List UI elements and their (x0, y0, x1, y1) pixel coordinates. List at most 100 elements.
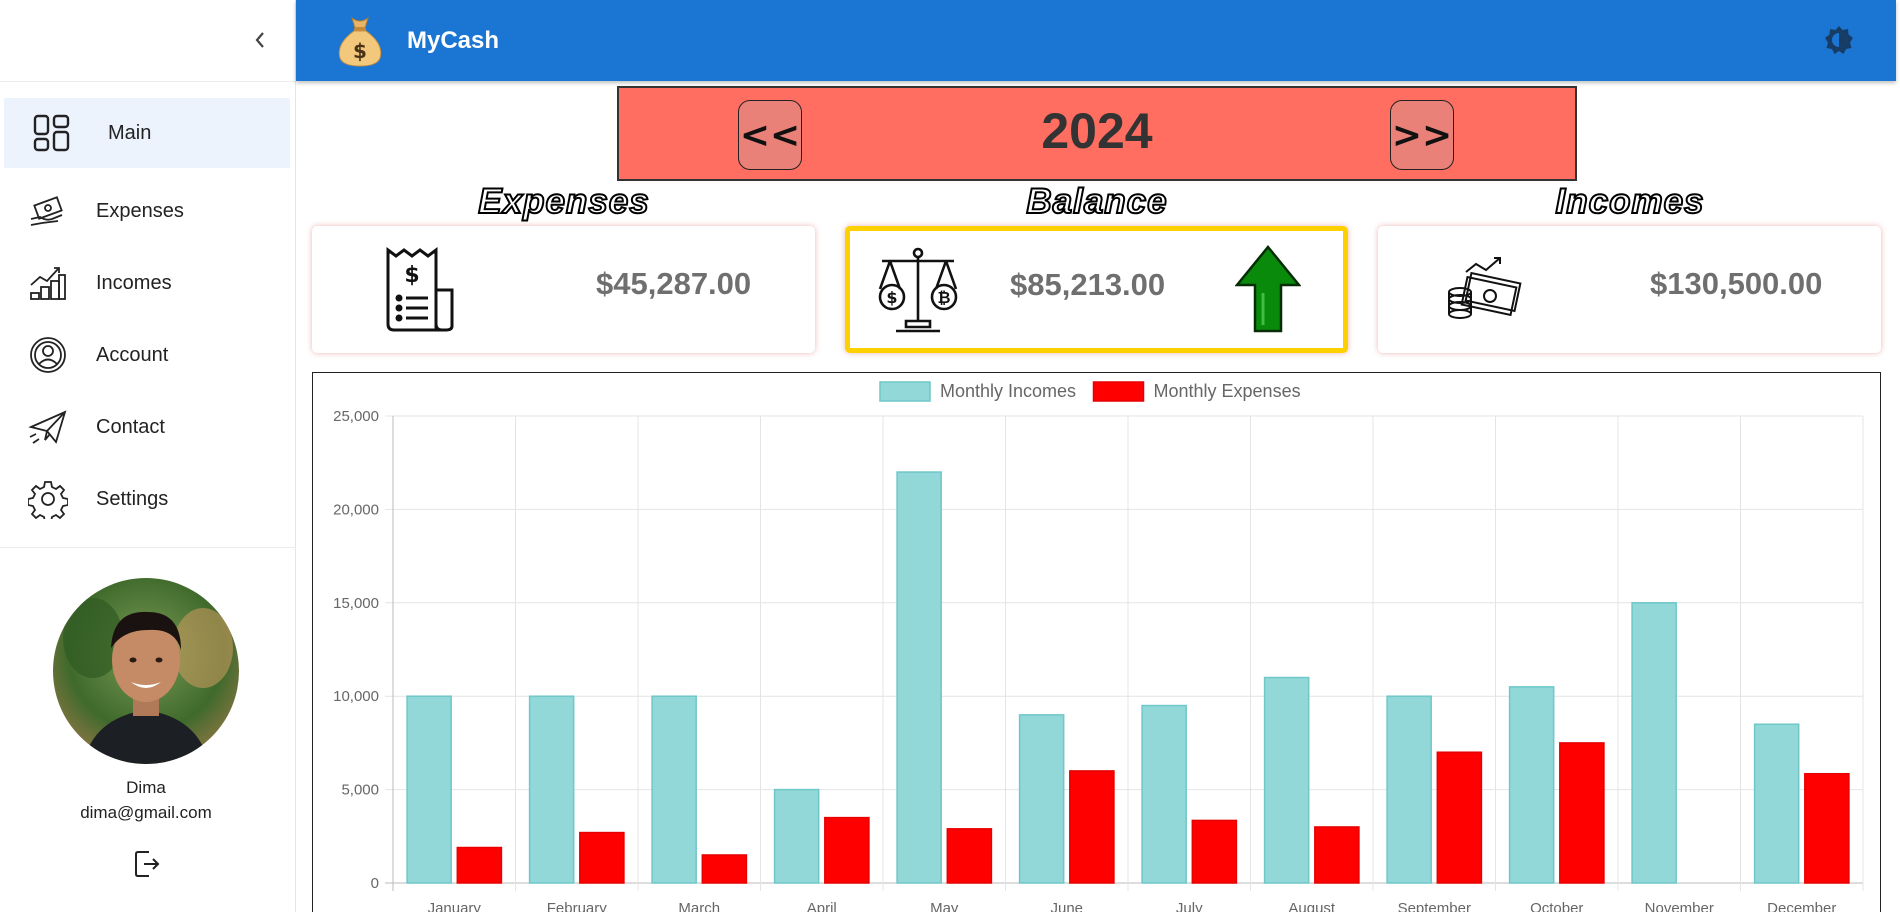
sidebar-item-expenses[interactable]: Expenses (0, 176, 290, 246)
sidebar: Main Expenses Incomes Account Contact Se… (0, 0, 296, 912)
income-bar (651, 695, 697, 884)
x-tick-label: September (1398, 900, 1471, 912)
x-tick-label: April (807, 900, 837, 912)
app-root: Main Expenses Incomes Account Contact Se… (0, 0, 1900, 912)
income-bar (1508, 686, 1555, 884)
sidebar-item-contact[interactable]: Contact (0, 392, 290, 462)
x-tick-label: January (428, 900, 482, 912)
monthly-chart: 0 5,000 10,000 15,000 20,000 25,000 January Feb… (312, 372, 1881, 912)
x-tick-label: December (1767, 900, 1836, 912)
svg-text:$: $ (404, 263, 419, 288)
x-tick-label: July (1176, 900, 1203, 912)
sidebar-item-incomes[interactable]: Incomes (0, 248, 290, 318)
theme-toggle[interactable] (1823, 24, 1855, 56)
legend-label: Monthly Incomes (940, 381, 1076, 401)
y-tick-label: 25,000 (333, 408, 379, 425)
income-bar (1631, 602, 1677, 884)
income-bar (406, 695, 452, 884)
income-bar (1386, 695, 1432, 884)
expense-bar (1191, 819, 1238, 884)
user-email: dima@gmail.com (80, 803, 212, 822)
y-tick-label: 5,000 (341, 782, 379, 799)
sidebar-item-account[interactable]: Account (0, 320, 290, 390)
arrow-up-icon (1234, 245, 1302, 338)
legend-swatch (1092, 381, 1145, 402)
sidebar-item-main[interactable]: Main (4, 98, 290, 168)
balance-amount: $85,213.00 (1010, 267, 1166, 302)
y-tick-label: 0 (371, 875, 379, 892)
year-navigator: << 2024 >> (617, 86, 1577, 181)
expense-bar (1314, 826, 1360, 884)
sidebar-item-label: Expenses (96, 199, 184, 222)
app-title: MyCash (407, 27, 500, 54)
cash-stack-icon (1446, 256, 1522, 327)
incomes-amount: $130,500.00 (1650, 266, 1823, 301)
collapse-sidebar-button[interactable] (248, 28, 272, 52)
sidebar-item-label: Main (108, 121, 152, 144)
expense-bar (824, 816, 870, 884)
expense-bar (579, 831, 625, 884)
money-bag-icon: $ (334, 14, 386, 68)
x-tick-label: November (1645, 900, 1714, 912)
brightness-icon (1825, 26, 1853, 54)
svg-text:$: $ (886, 288, 897, 307)
y-tick-label: 15,000 (333, 595, 379, 612)
logout-icon (135, 851, 160, 877)
income-bar (528, 695, 575, 884)
gear-icon (28, 479, 68, 519)
sidebar-item-label: Incomes (96, 271, 172, 294)
expense-bar (1069, 770, 1115, 884)
x-tick-label: May (930, 900, 959, 912)
x-tick-label: June (1050, 900, 1083, 912)
expense-bar (946, 828, 993, 884)
x-tick-label: October (1530, 900, 1583, 912)
income-bar (773, 788, 820, 884)
legend-swatch (879, 381, 931, 402)
income-bar (896, 471, 942, 884)
chevron-left-icon (255, 32, 264, 48)
cash-hand-icon (28, 191, 68, 231)
sidebar-item-label: Account (96, 343, 169, 366)
chart-canvas: 0 5,000 10,000 15,000 20,000 25,000 January Feb… (333, 381, 1864, 912)
sidebar-item-settings[interactable]: Settings (0, 464, 290, 534)
expenses-amount: $45,287.00 (596, 266, 752, 301)
expenses-card: $ $45,287.00 (312, 226, 815, 353)
paper-plane-icon (28, 407, 68, 447)
user-circle-icon (28, 335, 68, 375)
incomes-card: $130,500.00 (1378, 226, 1881, 353)
avatar (53, 578, 239, 764)
x-tick-label: February (547, 900, 608, 912)
expense-bar (456, 846, 503, 884)
income-bar (1263, 676, 1310, 884)
sidebar-item-label: Contact (96, 415, 165, 438)
legend-label: Monthly Expenses (1154, 381, 1301, 401)
sidebar-divider (0, 81, 296, 82)
app-header: $ MyCash (296, 0, 1896, 81)
user-name: Dima (126, 778, 166, 797)
income-bar (1141, 704, 1187, 884)
incomes-title: Incomes (1555, 181, 1705, 222)
receipt-icon: $ (384, 246, 458, 339)
balance-card: $ ₿ $85,213.00 (845, 226, 1348, 353)
income-bar (1018, 714, 1065, 884)
y-tick-label: 20,000 (333, 501, 379, 518)
y-tick-label: 10,000 (333, 688, 379, 705)
logout-button[interactable] (132, 848, 162, 880)
next-year-button[interactable]: >> (1390, 100, 1454, 170)
x-tick-label: August (1288, 900, 1336, 912)
x-tick-label: March (678, 900, 720, 912)
expense-bar (701, 854, 748, 884)
expense-bar (1436, 751, 1483, 884)
income-growth-icon (28, 263, 68, 303)
scale-icon: $ ₿ (876, 247, 960, 338)
sidebar-divider (0, 547, 296, 548)
dashboard-icon (32, 113, 72, 153)
balance-title: Balance (1025, 181, 1168, 222)
sidebar-item-label: Settings (96, 487, 169, 510)
expenses-title: Expenses (477, 181, 650, 222)
svg-text:₿: ₿ (937, 288, 950, 307)
svg-text:$: $ (353, 39, 367, 63)
income-bar (1753, 723, 1800, 884)
expense-bar (1559, 742, 1605, 884)
expense-bar (1804, 772, 1850, 884)
